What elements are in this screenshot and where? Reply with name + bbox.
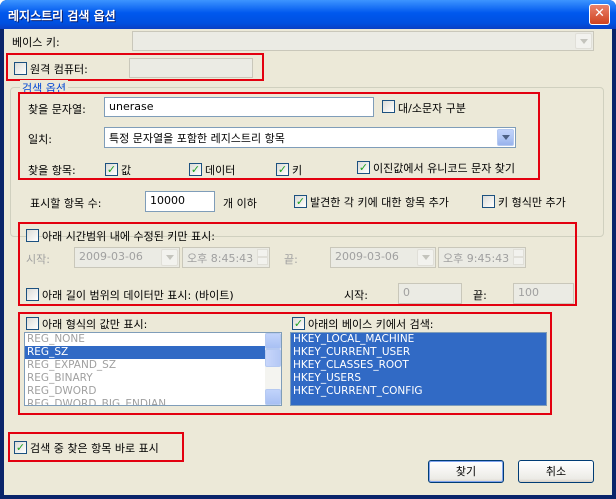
base-keys-label: 아래의 베이스 키에서 검색: [308,318,434,331]
add-key-entry-label: 발견한 각 키에 대한 항목 추가 [310,196,449,209]
start-date-picker[interactable]: 2009-03-06 [74,247,180,268]
start-date-value: 2009-03-06 [79,250,143,263]
case-sensitive-label: 대/소문자 구분 [398,102,466,115]
types-listbox[interactable]: REG_NONE REG_SZ REG_EXPAND_SZ REG_BINARY REG… [24,332,282,406]
window-title: 레지스트리 검색 옵션 [8,9,116,23]
binary-unicode-checkbox[interactable]: ✓ [357,161,370,174]
start-time-value: 오후 8:45:43 [187,252,254,265]
match-label: 일치: [28,133,52,146]
chevron-down-icon[interactable] [417,249,434,266]
base-key-list-item[interactable]: HKEY_LOCAL_MACHINE [291,333,546,346]
end-time-picker[interactable]: 오후 9:45:43 [438,247,526,268]
scroll-thumb[interactable] [265,349,281,367]
scroll-down-icon[interactable] [265,389,281,405]
key-only-label: 키 형식만 추가 [498,196,566,209]
remote-checkbox[interactable] [14,62,27,75]
types-label: 아래 형식의 값만 표시: [42,318,148,331]
start-time-picker[interactable]: 오후 8:45:43 [182,247,270,268]
length-range-checkbox[interactable] [26,288,39,301]
chevron-down-icon[interactable] [575,33,592,49]
dialog-window: 레지스트리 검색 옵션 ✕ 베이스 키: 원격 컴퓨터: 검색 옵션 찾을 문자… [0,0,616,499]
remote-computer-input[interactable] [129,58,253,78]
case-sensitive-checkbox[interactable] [382,100,395,113]
match-value: 특정 문자열을 포함한 레지스트리 항목 [109,132,285,145]
key-checkbox[interactable]: ✓ [276,163,289,176]
value-label: 값 [121,164,132,177]
dialog-client: 베이스 키: 원격 컴퓨터: 검색 옵션 찾을 문자열: unerase 대/소… [4,29,612,495]
base-key-list-item[interactable]: HKEY_CURRENT_CONFIG [291,385,546,398]
time-range-label: 아래 시간범위 내에 수정된 키만 표시: [42,230,215,243]
value-checkbox[interactable]: ✓ [105,163,118,176]
add-key-entry-checkbox[interactable]: ✓ [294,195,307,208]
remote-label: 원격 컴퓨터: [30,63,88,76]
time-end-label: 끝: [284,253,298,266]
key-label: 키 [292,164,303,177]
display-count-suffix: 개 이하 [223,197,257,210]
close-button[interactable]: ✕ [589,4,610,25]
time-start-label: 시작: [26,253,50,266]
binary-unicode-label: 이진값에서 유니코드 문자 찾기 [373,162,516,175]
length-range-label: 아래 길이 범위의 데이터만 표시: (바이트) [42,289,234,302]
base-key-list-item[interactable]: HKEY_USERS [291,372,546,385]
end-date-value: 2009-03-06 [335,250,399,263]
scroll-up-icon[interactable] [265,333,281,349]
base-keys-checkbox[interactable]: ✓ [292,317,305,330]
type-list-item[interactable]: REG_DWORD [25,385,281,398]
base-key-combo[interactable] [132,31,594,51]
base-keys-listbox[interactable]: HKEY_LOCAL_MACHINE HKEY_CURRENT_USER HKEY_… [290,332,547,406]
title-bar[interactable]: 레지스트리 검색 옵션 ✕ [0,0,616,29]
length-end-input[interactable]: 100 [513,283,574,304]
base-key-list-item[interactable]: HKEY_CLASSES_ROOT [291,359,546,372]
length-start-label: 시작: [344,289,368,302]
match-combo[interactable]: 특정 문자열을 포함한 레지스트리 항목 [104,127,516,148]
length-start-input[interactable]: 0 [398,283,462,304]
spinner-icon[interactable] [257,249,268,265]
types-scrollbar[interactable] [265,333,281,405]
chevron-down-icon[interactable] [497,129,514,146]
display-count-label: 표시할 항목 수: [30,197,102,210]
data-label: 데이터 [205,164,236,177]
base-key-list-item[interactable]: HKEY_CURRENT_USER [291,346,546,359]
display-count-input[interactable]: 10000 [145,191,215,212]
end-date-picker[interactable]: 2009-03-06 [330,247,436,268]
spinner-icon[interactable] [513,249,524,265]
time-range-checkbox[interactable] [26,229,39,242]
type-list-item[interactable]: REG_SZ [25,346,281,359]
length-end-label: 끝: [473,289,487,302]
show-immediately-label: 검색 중 찾은 항목 바로 표시 [30,442,159,455]
type-list-item[interactable]: REG_DWORD_BIG_ENDIAN [25,398,281,405]
types-checkbox[interactable] [26,317,39,330]
key-only-checkbox[interactable] [482,195,495,208]
type-list-item[interactable]: REG_NONE [25,333,281,346]
type-list-item[interactable]: REG_EXPAND_SZ [25,359,281,372]
find-button[interactable]: 찾기 [428,460,504,483]
find-string-input[interactable]: unerase [104,97,374,117]
type-list-item[interactable]: REG_BINARY [25,372,281,385]
find-items-label: 찾을 항목: [28,164,76,177]
cancel-button[interactable]: 취소 [518,460,594,483]
find-string-label: 찾을 문자열: [28,103,86,116]
base-key-label: 베이스 키: [12,36,60,49]
data-checkbox[interactable]: ✓ [189,163,202,176]
chevron-down-icon[interactable] [161,249,178,266]
show-immediately-checkbox[interactable]: ✓ [14,441,27,454]
end-time-value: 오후 9:45:43 [443,252,510,265]
